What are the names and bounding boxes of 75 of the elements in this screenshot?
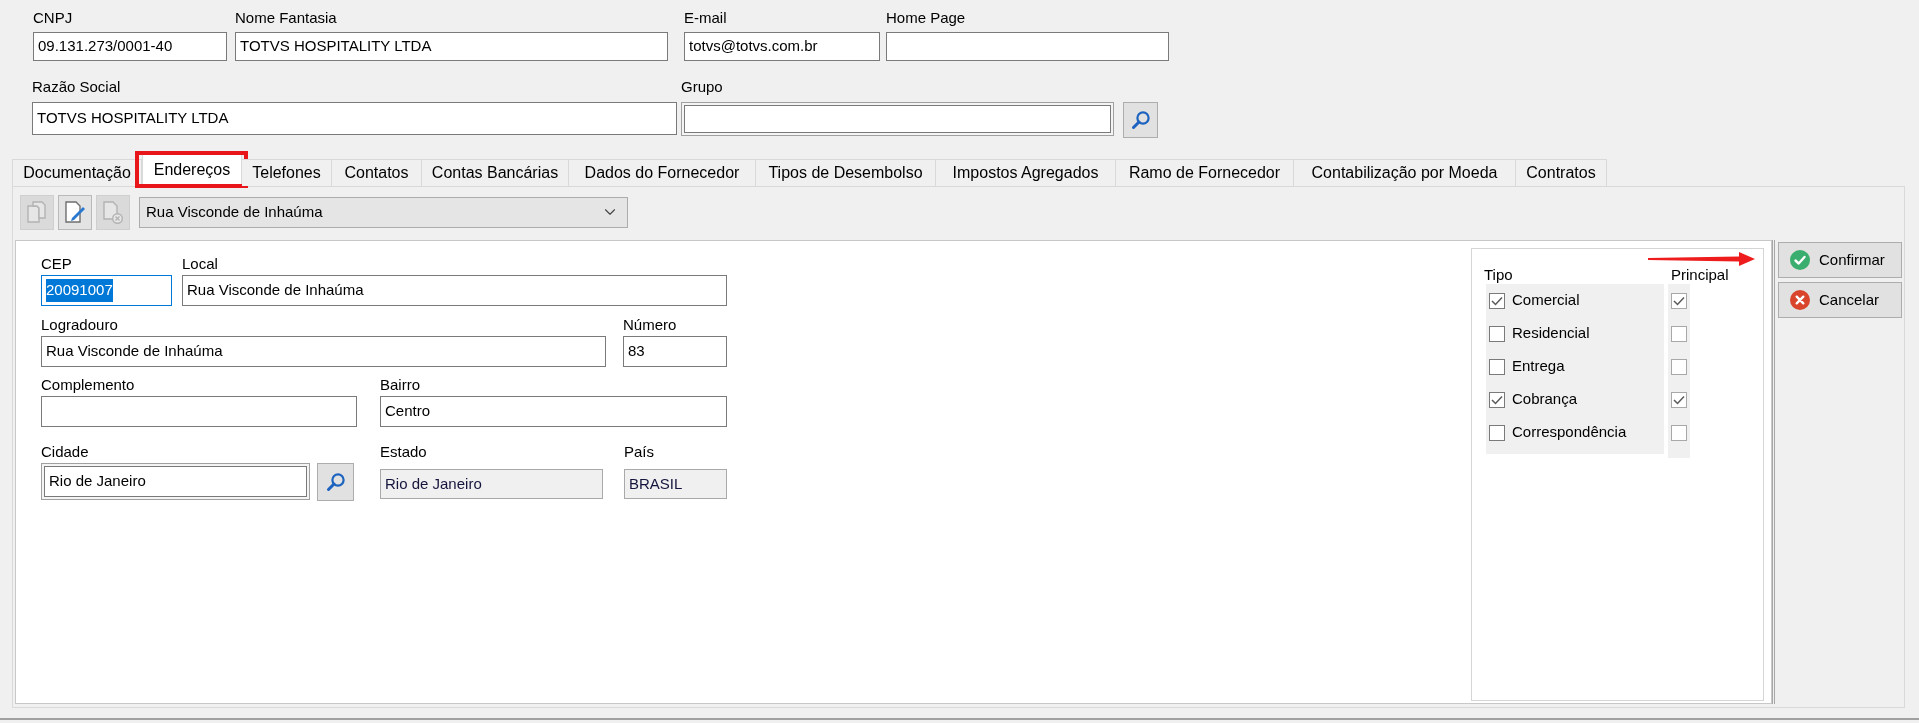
column-header: Tipo <box>1484 266 1513 284</box>
field-label: E-mail <box>684 9 727 27</box>
field-label: Complemento <box>41 376 135 394</box>
checkbox-label: Entrega <box>1512 356 1565 377</box>
tick-icon <box>1673 394 1685 405</box>
tab[interactable]: Contratos <box>1516 159 1607 186</box>
readonly-field: BRASIL <box>624 469 727 499</box>
text-field[interactable] <box>886 32 1169 61</box>
pages-icon <box>26 200 48 224</box>
cancel-button[interactable]: Cancelar <box>1778 282 1902 318</box>
field-label: Bairro <box>380 376 420 394</box>
tab[interactable]: Documentação <box>12 159 142 186</box>
field-label: CNPJ <box>33 9 73 27</box>
text-field[interactable]: Rua Visconde de Inhaúma <box>182 275 727 306</box>
tab[interactable]: Tipos de Desembolso <box>756 159 936 186</box>
checkbox[interactable] <box>1489 358 1505 375</box>
checkbox[interactable] <box>1671 325 1687 342</box>
tab[interactable]: Ramo de Fornecedor <box>1116 159 1294 186</box>
search-icon <box>1130 110 1151 130</box>
lookup-field[interactable]: Rio de Janeiro <box>41 463 310 500</box>
tab[interactable]: Telefones <box>242 159 332 186</box>
text-field[interactable]: 09.131.273/0001-40 <box>33 32 227 61</box>
field-label: Estado <box>380 443 427 461</box>
checkbox-label: Cobrança <box>1512 389 1578 410</box>
field-label: Home Page <box>886 9 966 27</box>
tick-icon <box>1491 295 1503 306</box>
x-circle-icon <box>1790 290 1810 310</box>
checkbox-label: Residencial <box>1512 323 1590 344</box>
checkbox[interactable] <box>1489 325 1505 342</box>
text-field[interactable]: 83 <box>623 336 727 367</box>
field-label: Logradouro <box>41 316 118 334</box>
column-header: Principal <box>1671 266 1729 284</box>
search-button[interactable] <box>1123 102 1158 138</box>
search-icon <box>325 472 346 492</box>
check-circle-icon <box>1790 250 1810 270</box>
checkbox[interactable] <box>1489 391 1505 408</box>
tick-icon <box>1673 295 1685 306</box>
checkbox-label: Comercial <box>1512 290 1580 311</box>
checkbox[interactable] <box>1671 424 1687 441</box>
text-field[interactable]: TOTVS HOSPITALITY LTDA <box>235 32 668 61</box>
field-label: País <box>624 443 654 461</box>
field-label: Razão Social <box>32 78 121 96</box>
page-pencil-icon <box>64 200 86 224</box>
tab[interactable]: Contatos <box>332 159 422 186</box>
tick-icon <box>1491 394 1503 405</box>
checkbox-label: Correspondência <box>1512 422 1627 443</box>
confirm-button[interactable]: Confirmar <box>1778 242 1902 278</box>
address-dropdown[interactable]: Rua Visconde de Inhaúma <box>139 196 628 228</box>
search-button[interactable] <box>317 463 354 501</box>
text-field[interactable]: Rua Visconde de Inhaúma <box>41 336 606 367</box>
tab[interactable]: Contas Bancárias <box>422 159 569 186</box>
checkbox[interactable] <box>1671 391 1687 408</box>
tab[interactable]: Contabilização por Moeda <box>1294 159 1516 186</box>
lookup-field[interactable] <box>681 102 1114 136</box>
text-field[interactable]: totvs@totvs.com.br <box>684 32 880 61</box>
text-field[interactable]: Centro <box>380 396 727 427</box>
checkbox[interactable] <box>1671 358 1687 375</box>
field-label: Número <box>623 316 677 334</box>
text-field[interactable]: 20091007 <box>41 275 172 306</box>
tab[interactable]: Impostos Agregados <box>936 159 1116 186</box>
field-label: Cidade <box>41 443 89 461</box>
tab[interactable]: Dados do Fornecedor <box>569 159 756 186</box>
field-label: Nome Fantasia <box>235 9 337 27</box>
checkbox[interactable] <box>1489 292 1505 309</box>
dropdown-value: Rua Visconde de Inhaúma <box>146 201 323 222</box>
text-field[interactable]: TOTVS HOSPITALITY LTDA <box>32 102 677 135</box>
text-field[interactable] <box>41 396 357 427</box>
field-label: Grupo <box>681 78 723 96</box>
field-label: CEP <box>41 255 72 273</box>
page-x-icon <box>102 200 124 224</box>
checkbox[interactable] <box>1489 424 1505 441</box>
field-label: Local <box>182 255 218 273</box>
toolbar-button[interactable] <box>58 194 92 230</box>
readonly-field: Rio de Janeiro <box>380 469 603 499</box>
checkbox[interactable] <box>1671 292 1687 309</box>
